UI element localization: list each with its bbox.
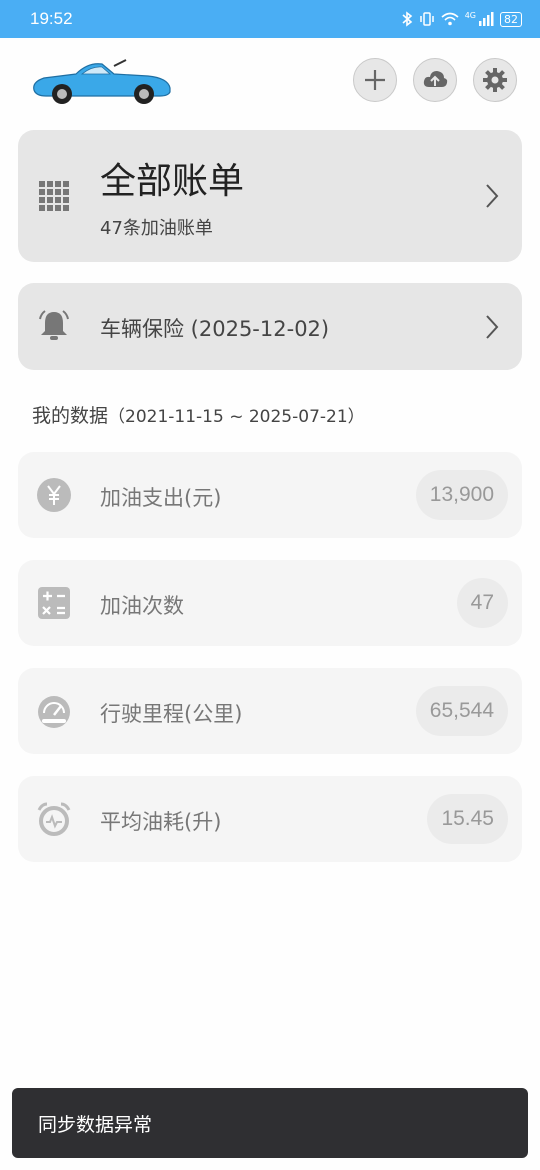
stat-value: 15.45	[427, 794, 508, 844]
stat-card-mileage: 行驶里程(公里) 65,544	[18, 668, 522, 754]
yen-icon	[37, 478, 71, 512]
stat-value: 47	[456, 578, 508, 628]
stat-card-fuel-consumption: 平均油耗(升) 15.45	[18, 776, 522, 862]
cloud-upload-icon	[423, 71, 448, 87]
grid-icon	[39, 181, 69, 211]
sync-button[interactable]	[413, 58, 457, 102]
gear-icon	[483, 68, 507, 92]
my-data-heading: 我的数据（2021-11-15 ~ 2025-07-21）	[32, 401, 365, 428]
speedometer-icon	[38, 696, 70, 728]
signal-icon	[479, 12, 494, 26]
all-bills-count: 47条加油账单	[100, 218, 213, 239]
alarm-clock-icon	[37, 802, 71, 836]
stat-label: 加油支出(元)	[100, 486, 222, 510]
stat-value: 65,544	[415, 686, 508, 736]
chevron-right-icon	[486, 184, 499, 208]
stat-label: 加油次数	[100, 594, 184, 618]
stat-card-refuel-count: 加油次数 47	[18, 560, 522, 646]
status-icons: 4G 82	[401, 11, 522, 27]
status-bar: 19:52 4G 82	[0, 0, 540, 38]
stat-value: 13,900	[415, 470, 508, 520]
all-bills-card[interactable]: 全部账单 47条加油账单	[18, 130, 522, 262]
bell-icon	[39, 310, 69, 340]
calculator-icon	[38, 587, 70, 619]
bluetooth-icon	[402, 11, 412, 27]
add-button[interactable]	[353, 58, 397, 102]
car-logo	[33, 59, 171, 104]
plus-icon	[365, 70, 385, 90]
battery-indicator: 82	[500, 11, 522, 27]
all-bills-title: 全部账单	[100, 161, 245, 202]
stat-label: 行驶里程(公里)	[100, 702, 243, 726]
my-data-title: 我的数据	[32, 405, 109, 427]
stat-label: 平均油耗(升)	[100, 810, 222, 834]
insurance-label: 车辆保险 (2025-12-02)	[100, 317, 330, 341]
wifi-icon	[441, 12, 459, 26]
settings-button[interactable]	[473, 58, 517, 102]
insurance-card[interactable]: 车辆保险 (2025-12-02)	[18, 283, 522, 370]
date-range: （2021-11-15 ~ 2025-07-21）	[108, 407, 365, 427]
status-time: 19:52	[30, 9, 73, 28]
vibrate-icon	[419, 12, 434, 26]
toast-message: 同步数据异常	[12, 1088, 528, 1158]
chevron-right-icon	[486, 315, 499, 339]
stat-card-fuel-cost: 加油支出(元) 13,900	[18, 452, 522, 538]
app-header	[0, 40, 540, 124]
network-type: 4G	[464, 10, 476, 20]
